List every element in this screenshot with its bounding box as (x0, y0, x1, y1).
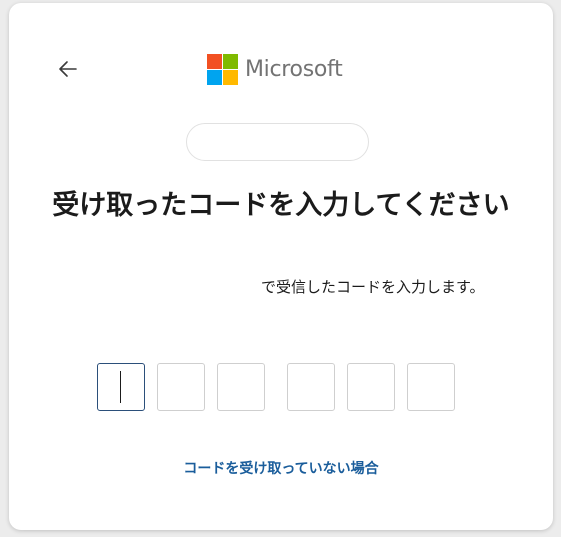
code-digit-1[interactable] (97, 363, 145, 411)
microsoft-logo: Microsoft (207, 53, 343, 85)
page-title: 受け取ったコードを入力してください (52, 190, 510, 221)
logo-text: Microsoft (245, 56, 343, 82)
arrow-left-icon (59, 61, 77, 77)
description-text: で受信したコードを入力します。 (261, 278, 485, 296)
back-button[interactable] (53, 54, 83, 84)
microsoft-logo-icon (207, 53, 238, 85)
sign-in-card: Microsoft 受け取ったコードを入力してください で受信したコードを入力し… (9, 3, 553, 530)
identity-badge[interactable] (186, 123, 369, 161)
resend-code-link[interactable]: コードを受け取っていない場合 (9, 458, 553, 478)
code-digit-3[interactable] (217, 363, 265, 411)
code-digit-5[interactable] (347, 363, 395, 411)
code-digit-4[interactable] (287, 363, 335, 411)
code-digit-2[interactable] (157, 363, 205, 411)
code-digit-6[interactable] (407, 363, 455, 411)
